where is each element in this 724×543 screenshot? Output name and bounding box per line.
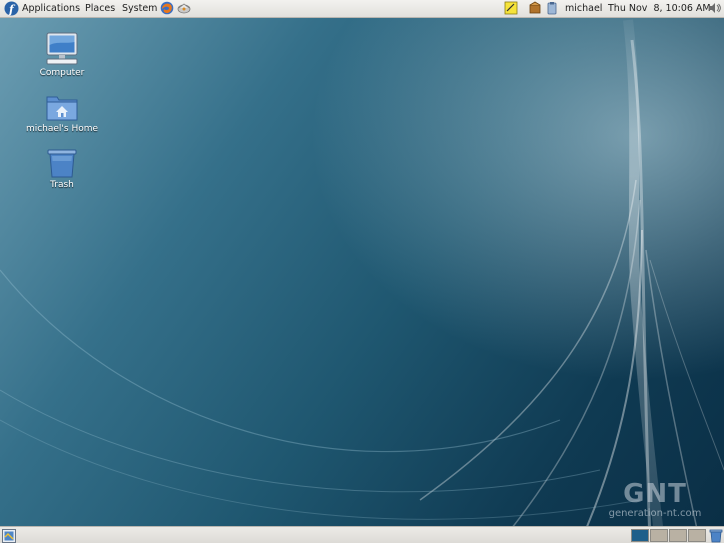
top-panel: f Applications Places System michael Thu… — [0, 0, 724, 18]
clock[interactable]: Thu Nov 8, 10:06 AM — [608, 0, 711, 17]
home-folder-icon — [46, 96, 78, 121]
firefox-icon[interactable] — [160, 1, 175, 16]
show-desktop-icon[interactable] — [2, 528, 17, 543]
volume-icon[interactable] — [707, 1, 722, 16]
desktop-icon-home[interactable]: michael's Home — [17, 92, 107, 134]
user-name[interactable]: michael — [565, 0, 602, 17]
evolution-icon[interactable] — [177, 1, 192, 16]
workspace-4[interactable] — [688, 529, 706, 542]
desktop-icon-computer[interactable]: Computer — [17, 32, 107, 78]
trash-applet-icon[interactable] — [709, 528, 724, 543]
workspace-1[interactable] — [631, 529, 649, 542]
desktop[interactable]: f Applications Places System michael Thu… — [0, 0, 724, 543]
system-menu[interactable]: System — [122, 0, 157, 17]
trash-icon — [47, 149, 77, 178]
wallpaper — [0, 0, 724, 543]
workspace-3[interactable] — [669, 529, 687, 542]
workspace-2[interactable] — [650, 529, 668, 542]
watermark: GNT generation-nt.com — [596, 480, 714, 520]
applications-menu[interactable]: Applications — [22, 0, 80, 17]
watermark-logo: GNT — [623, 479, 687, 509]
notes-icon[interactable] — [504, 1, 519, 16]
clipboard-icon[interactable] — [545, 1, 560, 16]
fedora-logo-icon[interactable]: f — [4, 1, 19, 16]
desktop-icon-label: michael's Home — [25, 124, 99, 134]
desktop-icon-label: Computer — [39, 68, 85, 78]
computer-icon — [46, 32, 78, 65]
bottom-panel — [0, 526, 724, 543]
update-icon[interactable] — [528, 1, 543, 16]
desktop-icon-label: Trash — [50, 180, 74, 190]
places-menu[interactable]: Places — [85, 0, 115, 17]
desktop-icon-trash[interactable]: Trash — [17, 148, 107, 190]
watermark-url: generation-nt.com — [608, 508, 702, 519]
